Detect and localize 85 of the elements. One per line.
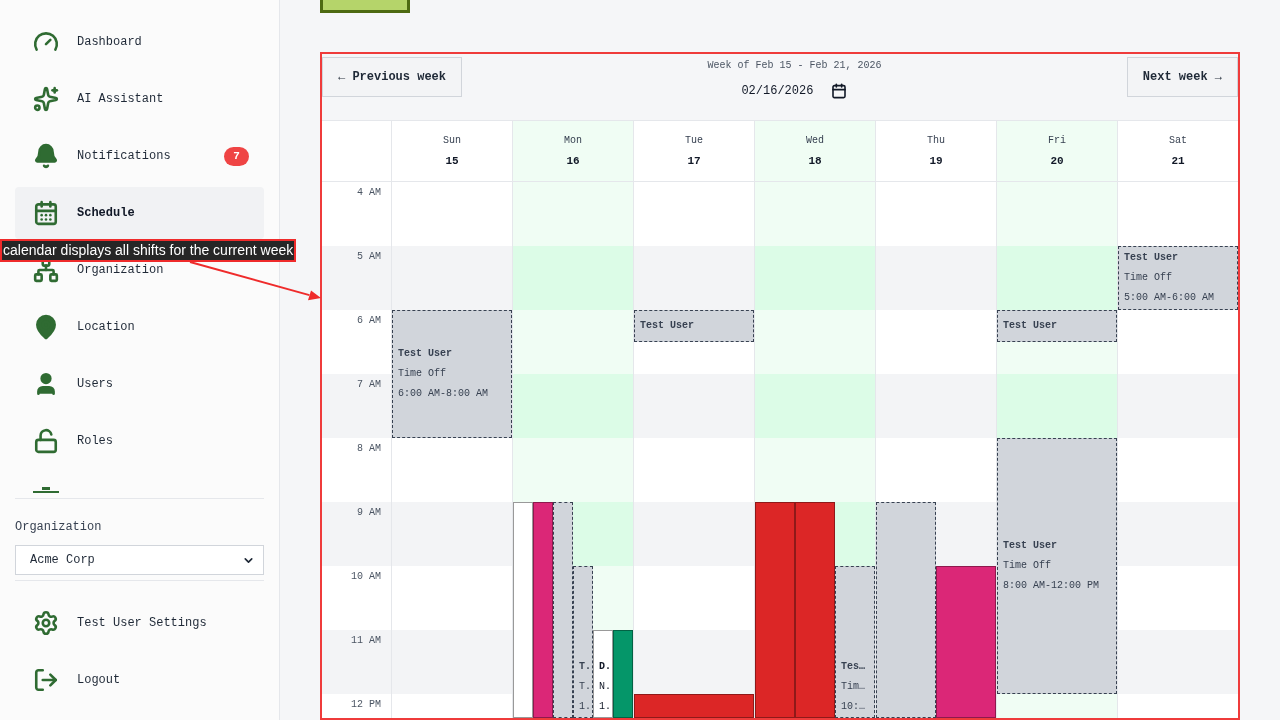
event-time: 8:00 AM-12:00 PM bbox=[1003, 579, 1100, 593]
date-field[interactable]: 02/16/2026 bbox=[741, 81, 848, 101]
event-type: Tim… bbox=[841, 680, 866, 694]
time-off-event[interactable]: Test User bbox=[997, 310, 1117, 342]
event-name: Test User bbox=[1003, 539, 1058, 553]
time-off-event[interactable]: Test User bbox=[634, 310, 754, 342]
day-date: 19 bbox=[929, 154, 943, 169]
nav-item[interactable]: Location bbox=[15, 301, 264, 353]
day-date: 18 bbox=[808, 154, 822, 169]
cut-off-button[interactable] bbox=[320, 0, 410, 13]
event-name: Test User bbox=[398, 347, 453, 361]
event-type: T. bbox=[579, 680, 592, 694]
sparkle-icon bbox=[33, 86, 59, 112]
nav-item[interactable]: Users bbox=[15, 358, 264, 410]
nav-item[interactable]: Roles bbox=[15, 415, 264, 467]
time-off-event[interactable]: Test User Time Off 6:00 AM-8:00 AM bbox=[392, 310, 512, 438]
hour-label: 4 AM bbox=[357, 187, 381, 199]
shift-event[interactable] bbox=[795, 502, 835, 718]
map-pin-icon bbox=[33, 314, 59, 340]
nav-item[interactable]: Test User Settings bbox=[15, 597, 264, 649]
nav-item[interactable]: Notifications 7 bbox=[15, 130, 264, 182]
padlock-icon bbox=[33, 428, 59, 454]
calendar-icon bbox=[831, 83, 848, 99]
event-name: Test User bbox=[640, 319, 695, 333]
day-name: Fri bbox=[1048, 134, 1066, 148]
day-date: 16 bbox=[566, 154, 580, 169]
event-time: 1. bbox=[579, 700, 592, 714]
day-date: 21 bbox=[1171, 154, 1185, 169]
hour-label: 10 AM bbox=[351, 571, 381, 583]
hour-label: 9 AM bbox=[357, 507, 381, 519]
hour-label: 11 AM bbox=[351, 635, 381, 647]
hour-label: 5 AM bbox=[357, 251, 381, 263]
event-type: Time Off bbox=[1124, 271, 1173, 285]
event-time: 10:… bbox=[841, 700, 866, 714]
hour-label: 7 AM bbox=[357, 379, 381, 391]
day-name: Tue bbox=[685, 134, 703, 148]
event-type: Time Off bbox=[1003, 559, 1052, 573]
shift-event[interactable] bbox=[513, 502, 533, 718]
day-name: Wed bbox=[806, 134, 824, 148]
nav-item[interactable]: Dashboard bbox=[15, 16, 264, 68]
hour-label: 6 AM bbox=[357, 315, 381, 327]
nav-item[interactable]: AI Assistant bbox=[15, 73, 264, 125]
shift-event[interactable]: D. N. 1. bbox=[593, 630, 613, 718]
day-date: 20 bbox=[1050, 154, 1064, 169]
day-name: Sat bbox=[1169, 134, 1187, 148]
event-name: Test User bbox=[1003, 319, 1058, 333]
time-off-event[interactable]: Test User Time Off 5:00 AM-6:00 AM bbox=[1118, 246, 1238, 310]
time-off-event[interactable]: Tes… Tim… 10:… bbox=[835, 566, 875, 718]
calendar-icon bbox=[33, 200, 59, 226]
event-name: Tes… bbox=[841, 660, 866, 674]
nav-item[interactable]: Logout bbox=[15, 654, 264, 706]
notification-count: 7 bbox=[224, 146, 249, 166]
day-name: Thu bbox=[927, 134, 945, 148]
day-name: Sun bbox=[443, 134, 461, 148]
previous-week-button[interactable]: ← Previous week bbox=[322, 57, 463, 97]
shift-event[interactable] bbox=[755, 502, 795, 718]
logout-icon bbox=[33, 667, 59, 693]
event-time: 5:00 AM-6:00 AM bbox=[1124, 291, 1215, 305]
time-off-event[interactable] bbox=[553, 502, 573, 718]
time-off-event[interactable]: T. T. 1. bbox=[573, 566, 593, 718]
time-off-event[interactable] bbox=[876, 502, 936, 718]
organization-label: Organization bbox=[15, 519, 103, 535]
week-range-title: Week of Feb 15 - Feb 21, 2026 bbox=[707, 59, 882, 73]
day-date: 15 bbox=[445, 154, 459, 169]
hour-label: 12 PM bbox=[351, 699, 381, 711]
partial-icon bbox=[33, 487, 59, 493]
shift-event[interactable] bbox=[634, 694, 754, 718]
organization-select[interactable]: Acme Corp bbox=[15, 545, 264, 575]
time-off-event[interactable]: Test User Time Off 8:00 AM-12:00 PM bbox=[997, 438, 1117, 694]
day-name: Mon bbox=[564, 134, 582, 148]
nav-item[interactable]: Schedule bbox=[15, 187, 264, 239]
settings-icon bbox=[33, 610, 59, 636]
event-name: D. bbox=[599, 660, 612, 674]
event-name: Test User bbox=[1124, 251, 1179, 265]
event-type: N. bbox=[599, 680, 612, 694]
event-type: Time Off bbox=[398, 367, 447, 381]
annotation-tooltip: calendar displays all shifts for the current week bbox=[0, 239, 297, 262]
day-date: 17 bbox=[687, 154, 701, 169]
hour-label: 8 AM bbox=[357, 443, 381, 455]
event-time: 1. bbox=[599, 700, 612, 714]
event-name: T. bbox=[579, 660, 592, 674]
bell-icon bbox=[33, 143, 59, 169]
event-time: 6:00 AM-8:00 AM bbox=[398, 387, 489, 401]
shift-event[interactable] bbox=[613, 630, 633, 718]
next-week-button[interactable]: Next week → bbox=[1126, 57, 1238, 97]
